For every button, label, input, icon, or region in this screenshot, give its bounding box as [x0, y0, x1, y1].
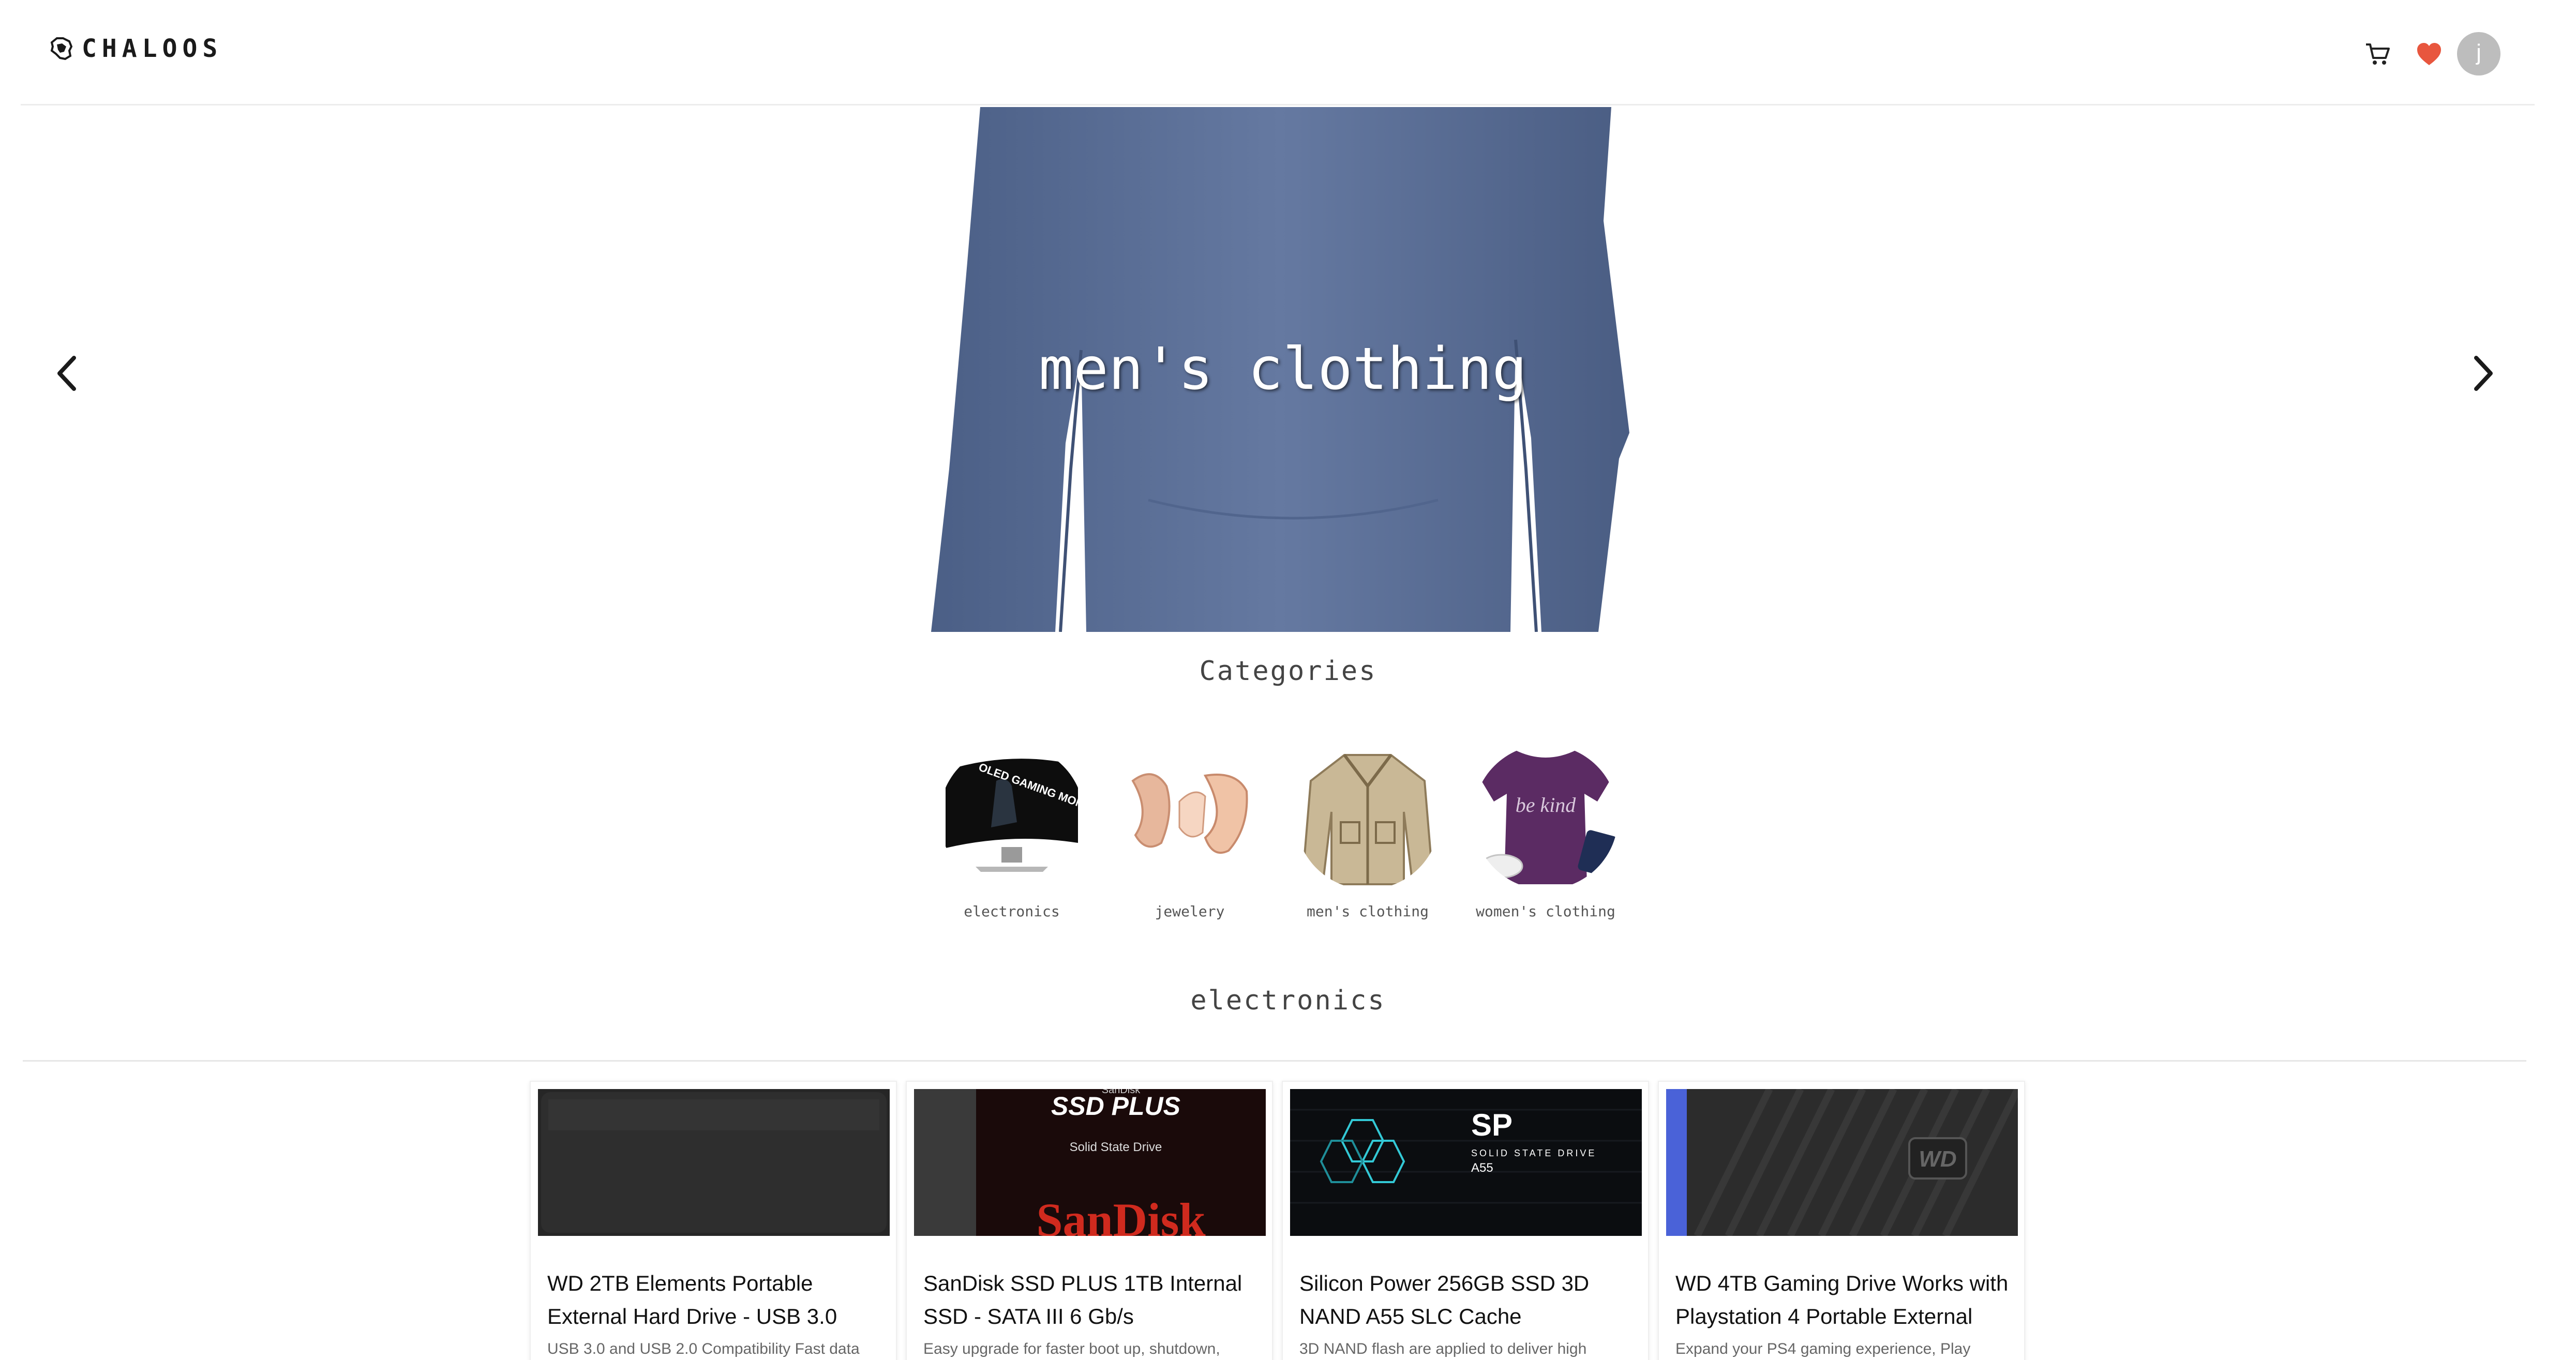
product-image: SanDisk SSD PLUS Solid State Drive SanDi… [914, 1089, 1266, 1236]
categories-heading: Categories [1199, 656, 1377, 687]
category-label: electronics [964, 903, 1060, 920]
sandisk-sub-text: Solid State Drive [1070, 1140, 1162, 1154]
product-description: Expand your PS4 gaming experience, Play … [1675, 1340, 1971, 1357]
product-description: 3D NAND flash are applied to deliver hig… [1299, 1340, 1587, 1357]
product-image: SP SOLID STATE DRIVE A55 [1290, 1089, 1642, 1236]
product-card[interactable]: SanDisk SSD PLUS Solid State Drive SanDi… [906, 1081, 1273, 1360]
category-womens-clothing[interactable]: be kind women's clothing [1468, 745, 1623, 920]
category-image-womens-clothing: be kind [1473, 745, 1618, 889]
wd-logo-text: WD [1919, 1146, 1956, 1172]
product-title: WD 4TB Gaming Drive Works with Playstati… [1675, 1271, 2009, 1328]
product-description: USB 3.0 and USB 2.0 Compatibility Fast d… [547, 1340, 860, 1357]
category-jewelery[interactable]: jewelery [1112, 745, 1267, 920]
lion-logo-icon [50, 37, 73, 61]
section-divider [23, 1060, 2526, 1062]
chevron-left-icon[interactable] [49, 350, 85, 397]
category-label: jewelery [1155, 903, 1225, 920]
hero-title: men's clothing [1038, 336, 1527, 403]
category-label: men's clothing [1306, 903, 1429, 920]
category-list: OLED GAMING MONITOR electronics jewelery [934, 745, 1643, 920]
product-title: Silicon Power 256GB SSD 3D NAND A55 SLC … [1299, 1271, 1590, 1328]
product-image [538, 1089, 890, 1236]
chevron-right-icon[interactable] [2465, 350, 2501, 397]
brand-logo[interactable]: CHALOOS [48, 35, 222, 62]
product-description: Easy upgrade for faster boot up, shutdow… [923, 1340, 1220, 1357]
category-label: women's clothing [1476, 903, 1615, 920]
sandisk-brand-text: SanDisk [1036, 1193, 1206, 1236]
cart-icon[interactable] [2364, 40, 2392, 68]
category-image-electronics: OLED GAMING MONITOR [939, 745, 1084, 889]
category-image-jewelery [1117, 745, 1262, 889]
product-title: WD 2TB Elements Portable External Hard D… [547, 1271, 837, 1328]
category-electronics[interactable]: OLED GAMING MONITOR electronics [934, 745, 1089, 920]
product-title: SanDisk SSD PLUS 1TB Internal SSD - SATA… [923, 1271, 1242, 1328]
product-card[interactable]: SP SOLID STATE DRIVE A55 Silicon Power 2… [1282, 1081, 1649, 1360]
product-list: WD 2TB Elements Portable External Hard D… [530, 1081, 2040, 1360]
shirt-print: be kind [1516, 793, 1577, 817]
category-mens-clothing[interactable]: men's clothing [1290, 745, 1445, 920]
user-avatar[interactable]: j [2457, 32, 2500, 75]
sp-model-text: A55 [1471, 1161, 1493, 1175]
product-image: WD [1666, 1089, 2018, 1236]
section-heading: electronics [1190, 985, 1386, 1016]
brand-name: CHALOOS [82, 34, 223, 63]
product-card[interactable]: WD 2TB Elements Portable External Hard D… [530, 1081, 897, 1360]
top-navbar: CHALOOS j [21, 0, 2535, 105]
product-card[interactable]: WD WD 4TB Gaming Drive Works with Playst… [1658, 1081, 2025, 1360]
heart-icon[interactable] [2416, 41, 2443, 67]
category-image-mens-clothing [1295, 745, 1440, 889]
sp-sub-text: SOLID STATE DRIVE [1471, 1148, 1596, 1158]
sp-logo-text: SP [1471, 1108, 1512, 1142]
sandisk-line-text: SSD PLUS [1051, 1092, 1180, 1121]
hero-carousel: men's clothing [0, 107, 2576, 632]
